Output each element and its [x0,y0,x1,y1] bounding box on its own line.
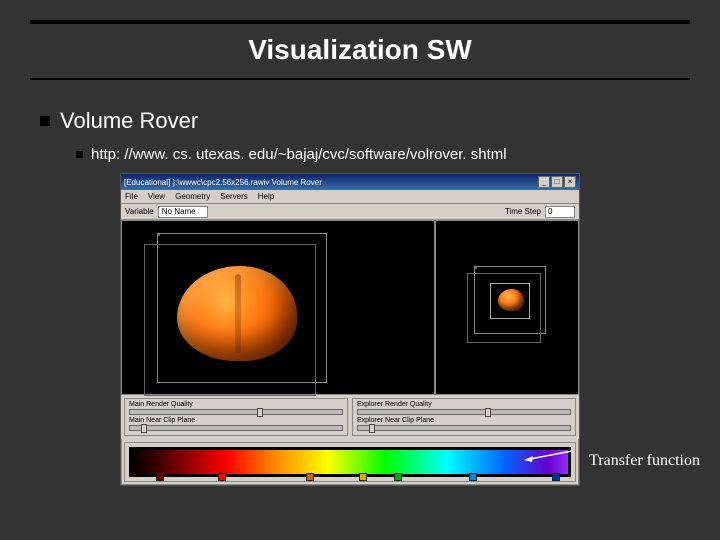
variable-group: Variable No Name [125,206,208,218]
maximize-icon[interactable]: □ [551,176,563,188]
tf-marker[interactable] [359,473,367,481]
transfer-function-editor[interactable] [129,447,571,477]
main-clip-label: Main Near Clip Plane [129,417,343,424]
bullet2-text: http: //www. cs. utexas. edu/~bajaj/cvc/… [91,146,507,163]
close-icon[interactable]: × [564,176,576,188]
main-render-quality-slider[interactable] [129,409,343,415]
tf-marker[interactable] [552,473,560,481]
explorer-clip-label: Explorer Near Clip Plane [357,417,571,424]
menu-view[interactable]: View [148,192,165,201]
tf-marker[interactable] [218,473,226,481]
main-render-quality-label: Main Render Quality [129,401,343,408]
main-viewport[interactable] [121,220,435,395]
variable-value: No Name [162,207,196,216]
main-quality-panel: Main Render Quality Main Near Clip Plane [124,398,348,436]
tf-marker[interactable] [156,473,164,481]
menu-help[interactable]: Help [258,192,274,201]
menu-file[interactable]: File [125,192,138,201]
explorer-quality-panel: Explorer Render Quality Explorer Near Cl… [352,398,576,436]
rule-top [30,20,690,24]
window-buttons: _ □ × [538,176,576,188]
bullet-square-icon [76,151,83,158]
annotation-arrow-icon [524,448,572,462]
timestep-label: Time Step [505,207,541,216]
variable-label: Variable [125,207,154,216]
titlebar-text: [Educational] }:\wwwc\cpc2.56x256.rawiv … [124,178,322,187]
timestep-group: Time Step 0 [505,206,575,218]
slide-title: Visualization SW [30,28,690,72]
quality-row: Main Render Quality Main Near Clip Plane… [121,395,579,439]
app-window: [Educational] }:\wwwc\cpc2.56x256.rawiv … [120,173,580,486]
volume-render-explorer [498,289,524,311]
bullet-square-icon [40,116,50,126]
explorer-render-quality-slider[interactable] [357,409,571,415]
explorer-render-quality-label: Explorer Render Quality [357,401,571,408]
bullet-level1: Volume Rover [40,108,680,134]
menubar: File View Geometry Servers Help [121,190,579,204]
variable-dropdown[interactable]: No Name [158,206,208,218]
menu-servers[interactable]: Servers [220,192,248,201]
titlebar[interactable]: [Educational] }:\wwwc\cpc2.56x256.rawiv … [121,174,579,190]
tf-marker[interactable] [469,473,477,481]
bullet1-text: Volume Rover [60,108,198,134]
volume-render-main [177,266,297,361]
main-clip-slider[interactable] [129,425,343,431]
explorer-clip-slider[interactable] [357,425,571,431]
timestep-value: 0 [548,207,552,216]
slide: Visualization SW Volume Rover http: //ww… [0,0,720,540]
timestep-input[interactable]: 0 [545,206,575,218]
bullet-level2: http: //www. cs. utexas. edu/~bajaj/cvc/… [76,146,680,163]
viewports [121,220,579,395]
tf-marker[interactable] [306,473,314,481]
explorer-viewport[interactable] [435,220,579,395]
title-block: Visualization SW [30,20,690,80]
menu-geometry[interactable]: Geometry [175,192,210,201]
tf-marker[interactable] [394,473,402,481]
content: Volume Rover http: //www. cs. utexas. ed… [0,80,720,486]
minimize-icon[interactable]: _ [538,176,550,188]
annotation-label: Transfer function [589,452,700,470]
transfer-function-panel [124,442,576,482]
toolbar: Variable No Name Time Step 0 [121,204,579,220]
